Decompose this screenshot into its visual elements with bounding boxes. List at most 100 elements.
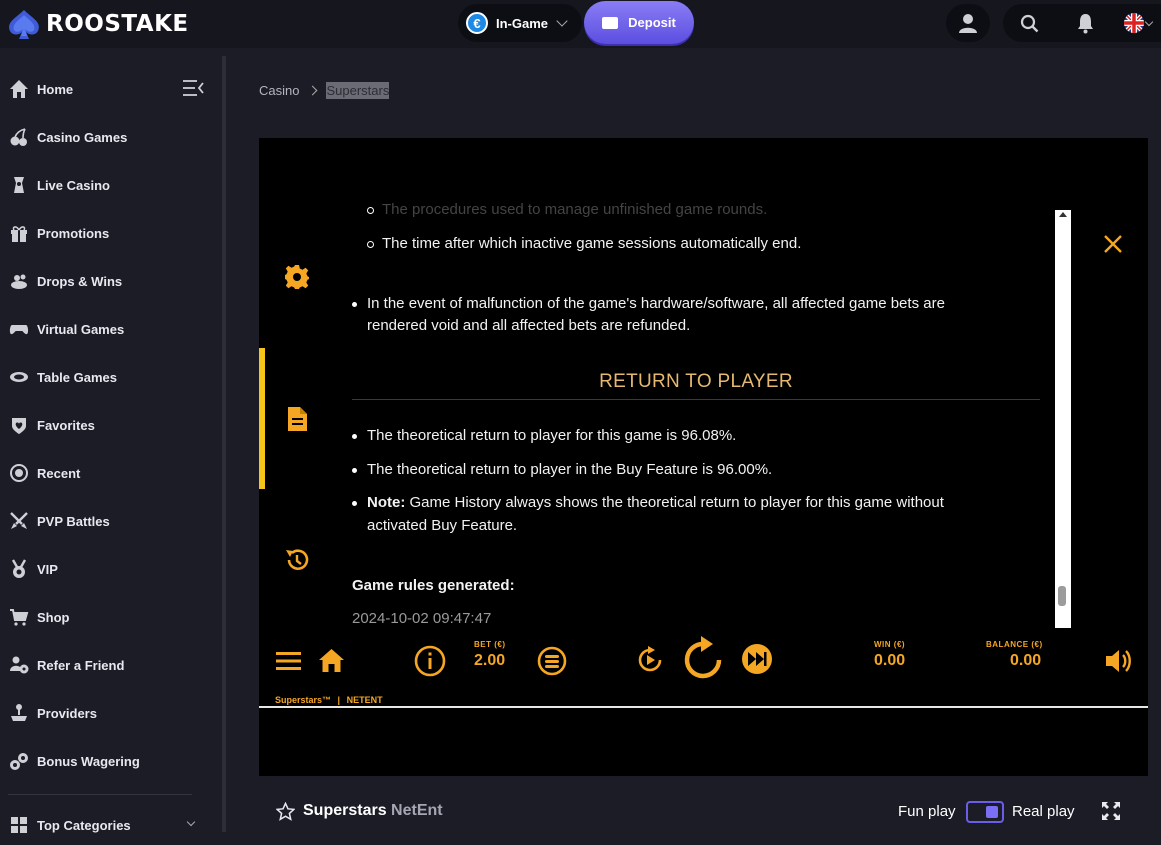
uk-flag-icon[interactable]: [1124, 13, 1144, 33]
sidebar-item-label: Providers: [37, 705, 97, 721]
rules-sub-bullet: The time after which inactive game sessi…: [366, 233, 801, 255]
active-tab-indicator: [259, 348, 265, 489]
bet-value: 2.00: [474, 652, 506, 669]
win-value: 0.00: [874, 652, 906, 669]
sidebar-item-label: Favorites: [37, 417, 95, 433]
sidebar-item-home[interactable]: Home: [0, 69, 222, 109]
note-label: Note:: [367, 494, 406, 511]
spade-logo-icon: [9, 10, 39, 39]
coins-stack-icon[interactable]: [537, 646, 567, 676]
sidebar-item-pvp-battles[interactable]: PVP Battles: [0, 501, 222, 541]
cart-icon: [8, 606, 30, 628]
drops-icon: [8, 270, 30, 292]
home-game-icon[interactable]: [318, 648, 345, 673]
sidebar-item-vip[interactable]: VIP: [0, 549, 222, 589]
recent-icon: [8, 462, 30, 484]
user-icon: [959, 14, 977, 33]
sidebar-item-label: PVP Battles: [37, 513, 110, 529]
sidebar-item-table-games[interactable]: Table Games: [0, 357, 222, 397]
sidebar-item-live-casino[interactable]: Live Casino: [0, 165, 222, 205]
fast-forward-icon[interactable]: [741, 643, 773, 675]
sidebar-item-casino-games[interactable]: Casino Games: [0, 117, 222, 157]
settings-tab[interactable]: [283, 263, 311, 291]
chevron-right-icon: [308, 85, 318, 96]
sidebar-item-recent[interactable]: Recent: [0, 453, 222, 493]
rules-malfunction-line2: rendered void and all affected bets are …: [367, 317, 691, 334]
joystick-icon: [8, 702, 30, 724]
wallet-selector[interactable]: € In-Game: [458, 4, 582, 42]
sidebar-item-label: Live Casino: [37, 177, 110, 193]
rules-scrollbar[interactable]: [1055, 210, 1071, 628]
autoplay-icon[interactable]: [635, 645, 665, 675]
sidebar-divider: [8, 794, 192, 795]
sidebar-item-virtual-games[interactable]: Virtual Games: [0, 309, 222, 349]
credit-provider: NETENT: [346, 695, 383, 705]
bell-icon[interactable]: [1076, 13, 1095, 34]
sidebar-item-label: Promotions: [37, 225, 110, 241]
rules-generated-time: 2024-10-02 09:47:47: [352, 610, 492, 626]
bet-label: BET (€): [474, 640, 506, 649]
wagering-icon: [8, 750, 30, 772]
star-icon[interactable]: [276, 802, 295, 821]
category-icon: [8, 814, 30, 836]
fullscreen-icon[interactable]: [1101, 801, 1121, 821]
info-icon[interactable]: [414, 645, 446, 677]
rtp-note-line: Note: Game History always shows the theo…: [352, 492, 1026, 514]
sidebar-item-refer-friend[interactable]: Refer a Friend: [0, 645, 222, 685]
toggle-knob: [986, 806, 998, 818]
table-icon: [8, 366, 30, 388]
spin-icon[interactable]: [682, 635, 726, 681]
note-text: Game History always shows the theoretica…: [409, 494, 944, 511]
scroll-up-icon[interactable]: [1059, 212, 1067, 217]
brand-logo[interactable]: ROOSTAKE: [4, 8, 189, 40]
deposit-label: Deposit: [628, 15, 676, 30]
gift-icon: [8, 222, 30, 244]
breadcrumb-current: Superstars: [326, 82, 390, 99]
breadcrumb-casino-link[interactable]: Casino: [259, 83, 299, 98]
real-play-label: Real play: [1012, 803, 1075, 820]
balance-value: 0.00: [1010, 652, 1042, 669]
sidebar-item-providers[interactable]: Providers: [0, 693, 222, 733]
game-name: Superstars: [303, 802, 387, 819]
credit-game-name: Superstars™: [275, 695, 332, 705]
breadcrumb: Casino Superstars: [259, 82, 390, 99]
home-icon: [8, 78, 30, 100]
document-icon: [288, 407, 307, 431]
medal-icon: [8, 558, 30, 580]
rtp-game-line: The theoretical return to player for thi…: [351, 425, 736, 447]
deposit-button[interactable]: Deposit: [584, 1, 694, 44]
chevron-down-icon: [186, 817, 196, 827]
euro-currency-icon: €: [466, 12, 488, 34]
game-rules-tab[interactable]: [283, 405, 311, 433]
top-right-controls: [1003, 4, 1161, 42]
sidebar-item-favorites[interactable]: Favorites: [0, 405, 222, 445]
sidebar-item-label: Virtual Games: [37, 321, 125, 337]
sidebar-item-bonus-wagering[interactable]: Bonus Wagering: [0, 741, 222, 781]
sidebar-item-top-categories[interactable]: Top Categories: [0, 805, 222, 845]
sidebar-item-promotions[interactable]: Promotions: [0, 213, 222, 253]
rtp-heading: RETURN TO PLAYER: [599, 371, 793, 392]
rules-malfunction-line: In the event of malfunction of the game'…: [352, 293, 1026, 315]
game-provider[interactable]: NetEnt: [391, 802, 443, 819]
play-mode-toggle[interactable]: [966, 801, 1004, 823]
rtp-buy-feature-line: The theoretical return to player in the …: [351, 459, 772, 481]
swords-icon: [8, 510, 30, 532]
search-icon[interactable]: [1020, 14, 1039, 33]
history-icon: [286, 549, 309, 570]
history-tab[interactable]: [283, 546, 311, 574]
sound-icon[interactable]: [1105, 648, 1132, 674]
sidebar-item-label: Refer a Friend: [37, 657, 125, 673]
rules-generated-label: Game rules generated:: [352, 577, 515, 594]
sidebar-item-label: Table Games: [37, 369, 117, 385]
sidebar-item-drops-wins[interactable]: Drops & Wins: [0, 261, 222, 301]
menu-icon[interactable]: [276, 651, 301, 671]
sidebar-item-label: Shop: [37, 609, 70, 625]
close-icon[interactable]: [1102, 233, 1124, 255]
brand-name: ROOSTAKE: [46, 11, 189, 37]
sidebar-item-shop[interactable]: Shop: [0, 597, 222, 637]
heart-icon: [8, 414, 30, 436]
gamepad-icon: [8, 318, 30, 340]
scrollbar-thumb[interactable]: [1058, 586, 1066, 606]
user-account-button[interactable]: [946, 4, 990, 42]
language-chevron-icon: [1144, 17, 1154, 27]
